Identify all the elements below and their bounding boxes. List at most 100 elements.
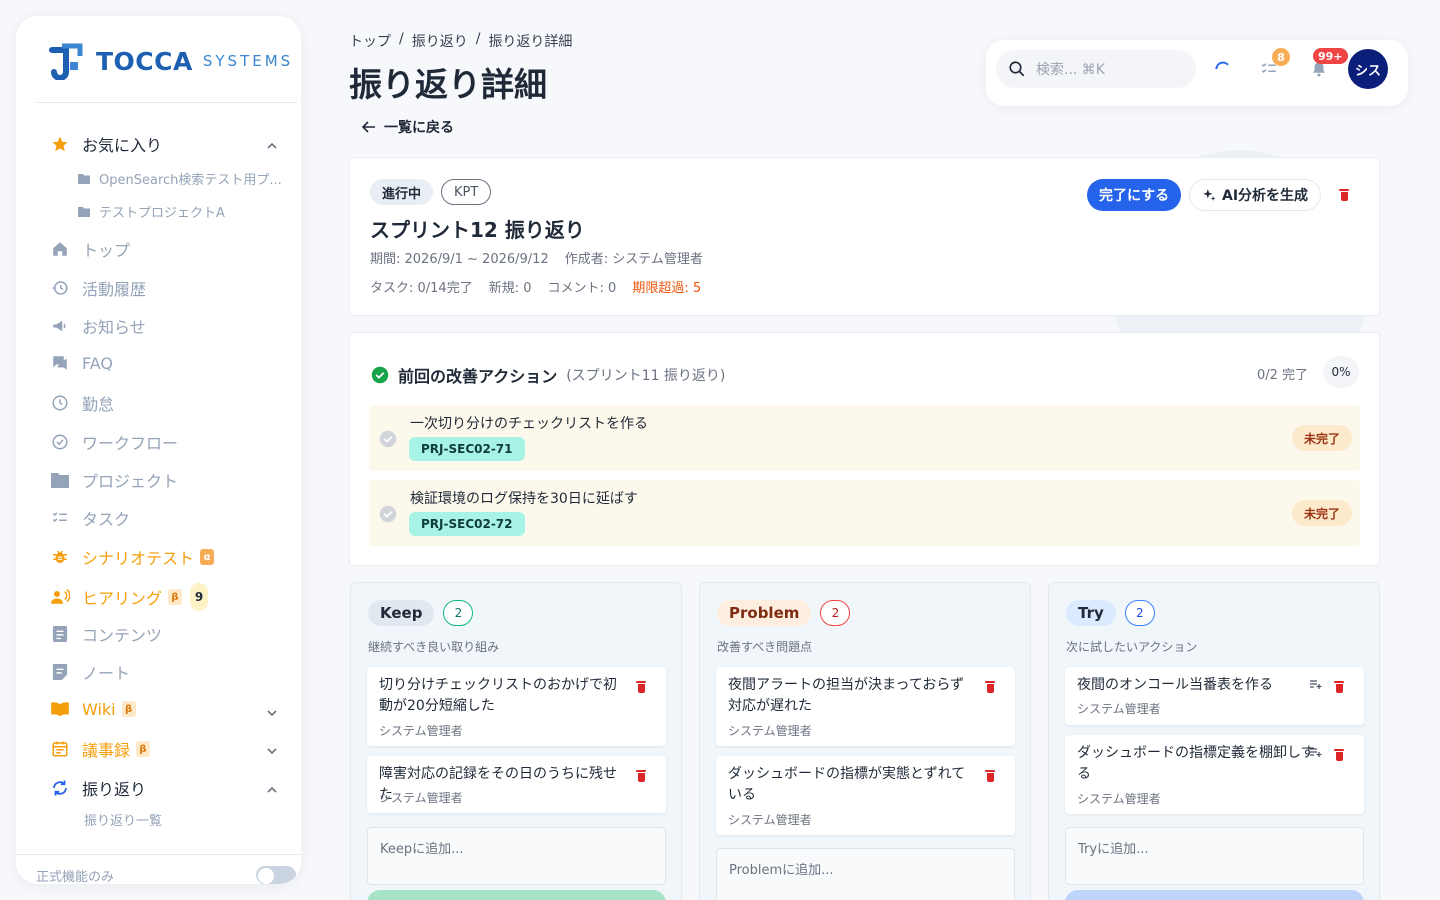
brand-name: TOCCA xyxy=(96,46,193,76)
keep-add-button[interactable] xyxy=(367,890,666,900)
sidebar-item-contents[interactable]: コンテンツ xyxy=(50,622,162,646)
arrow-left-icon xyxy=(362,121,375,133)
sidebar-item-top[interactable]: トップ xyxy=(50,237,130,261)
keep-add-input[interactable]: Keepに追加... xyxy=(367,827,666,885)
item-author: システム管理者 xyxy=(728,813,812,827)
sidebar-item-news[interactable]: お知らせ xyxy=(50,314,146,338)
try-add-input[interactable]: Tryに追加... xyxy=(1065,827,1364,885)
delete-item-icon[interactable] xyxy=(985,770,995,782)
delete-item-icon[interactable] xyxy=(985,681,995,693)
beta-badge: β xyxy=(168,589,183,605)
problem-description: 改善すべき問題点 xyxy=(717,640,813,654)
check-circle-icon xyxy=(50,432,70,452)
sidebar-item-project[interactable]: プロジェクト xyxy=(50,468,178,492)
check-circle-icon[interactable] xyxy=(379,505,397,523)
sidebar-item-hearing[interactable]: ヒアリング β 9 xyxy=(50,583,209,611)
delete-item-icon[interactable] xyxy=(1334,749,1344,761)
beta-badge: β xyxy=(121,701,136,717)
sidebar-subitem-retro-list[interactable]: 振り返り一覧 xyxy=(84,810,294,829)
chevron-down-icon[interactable] xyxy=(265,744,279,758)
sidebar-item-workflow[interactable]: ワークフロー xyxy=(50,430,178,454)
sidebar-item-attendance[interactable]: 勤怠 xyxy=(50,391,114,415)
item-author: システム管理者 xyxy=(379,724,463,738)
add-to-task-icon[interactable] xyxy=(1310,679,1322,689)
user-avatar[interactable]: シス xyxy=(1348,49,1388,89)
prev-action-item[interactable]: 検証環境のログ保持を30日に延ばす PRJ-SEC02-72 未完了 xyxy=(369,480,1360,546)
complete-button[interactable]: 完了にする xyxy=(1087,179,1182,211)
problem-count: 2 xyxy=(820,600,851,626)
clock-icon xyxy=(50,393,70,413)
prev-action-item[interactable]: 一次切り分けのチェックリストを作る PRJ-SEC02-71 未完了 xyxy=(369,405,1360,471)
breadcrumb-item-retro[interactable]: 振り返り xyxy=(412,31,468,51)
delete-retro-icon[interactable] xyxy=(1339,189,1349,201)
task-key-badge[interactable]: PRJ-SEC02-72 xyxy=(409,512,525,536)
delete-item-icon[interactable] xyxy=(1334,681,1344,693)
sidebar-item-activity[interactable]: 活動履歴 xyxy=(50,276,146,300)
sidebar-item-label: 勤怠 xyxy=(82,395,115,414)
breadcrumb: トップ / 振り返り / 振り返り詳細 xyxy=(349,31,572,51)
favorite-item[interactable]: OpenSearch検索テスト用プ... xyxy=(78,169,288,188)
chevron-up-icon[interactable] xyxy=(265,783,279,797)
search-input[interactable]: 検索... ⌘K xyxy=(996,50,1196,88)
history-icon xyxy=(50,278,70,298)
keep-item[interactable]: 障害対応の記録をその日のうちに残せた システム管理者 xyxy=(367,756,666,813)
logo-mark-icon xyxy=(49,43,83,80)
problem-add-input[interactable]: Problemに追加... xyxy=(716,848,1015,900)
beta-badge: β xyxy=(136,741,151,757)
sidebar-item-label: Wiki xyxy=(82,699,116,719)
try-item[interactable]: 夜間のオンコール当番表を作る システム管理者 xyxy=(1065,667,1364,725)
sidebar-item-favorites[interactable]: お気に入り xyxy=(50,132,162,156)
sidebar-item-label: 活動履歴 xyxy=(82,280,147,299)
add-to-task-icon[interactable] xyxy=(1310,747,1322,757)
item-author: システム管理者 xyxy=(1077,792,1161,806)
try-item[interactable]: ダッシュボードの指標定義を棚卸しする システム管理者 xyxy=(1065,735,1364,814)
try-add-button[interactable] xyxy=(1065,890,1364,900)
loading-spinner-icon xyxy=(1212,58,1234,80)
sidebar-item-label: FAQ xyxy=(82,353,113,373)
back-link-label: 一覧に戻る xyxy=(384,120,454,136)
status-badge: 未完了 xyxy=(1291,500,1352,526)
sidebar-item-task[interactable]: タスク xyxy=(50,506,130,530)
sparkle-icon xyxy=(1203,189,1216,201)
back-link[interactable]: 一覧に戻る xyxy=(362,117,454,137)
chevron-down-icon[interactable] xyxy=(265,706,279,720)
sidebar-item-retrospective[interactable]: 振り返り xyxy=(50,776,146,800)
sidebar-item-scenario-test[interactable]: シナリオテスト α xyxy=(50,545,215,569)
sidebar-item-label: ワークフロー xyxy=(82,434,179,453)
prev-actions-title: 前回の改善アクション xyxy=(398,367,558,386)
sidebar-item-label: ノート xyxy=(82,664,131,683)
keep-add-placeholder: Keepに追加... xyxy=(380,842,464,857)
breadcrumb-item-top[interactable]: トップ xyxy=(349,31,391,51)
prev-actions-card: 前回の改善アクション (スプリント11 振り返り) 0/2 完了 0% 一次切り… xyxy=(349,332,1380,566)
problem-item[interactable]: ダッシュボードの指標が実態とずれている システム管理者 xyxy=(716,756,1015,835)
format-badge: KPT xyxy=(441,179,492,205)
sidebar-item-label: タスク xyxy=(82,510,131,529)
keep-title: Keep xyxy=(368,600,435,626)
item-author: システム管理者 xyxy=(1077,702,1161,716)
favorite-item[interactable]: テストプロジェクトA xyxy=(78,202,288,221)
home-icon xyxy=(50,239,70,259)
note-icon xyxy=(50,662,70,682)
top-toolbar: 検索... ⌘K 8 99+ シス xyxy=(986,40,1408,106)
sidebar-item-minutes[interactable]: 議事録 β xyxy=(50,737,151,761)
task-count-badge: 8 xyxy=(1272,48,1290,66)
keep-description: 継続すべき良い取り組み xyxy=(368,640,500,654)
delete-item-icon[interactable] xyxy=(636,681,646,693)
problem-item[interactable]: 夜間アラートの担当が決まっておらず対応が遅れた システム管理者 xyxy=(716,667,1015,746)
ai-analysis-button[interactable]: AI分析を生成 xyxy=(1189,179,1322,211)
book-icon xyxy=(50,699,70,719)
task-key-badge[interactable]: PRJ-SEC02-71 xyxy=(409,437,525,461)
delete-item-icon[interactable] xyxy=(636,770,646,782)
sidebar-item-label: シナリオテスト xyxy=(82,549,195,568)
task-progress: タスク: 0/14完了 xyxy=(370,281,473,296)
check-circle-icon[interactable] xyxy=(379,430,397,448)
brand-logo[interactable]: TOCCA SYSTEMS xyxy=(48,42,293,80)
keep-item[interactable]: 切り分けチェックリストのおかげで初動が20分短縮した システム管理者 xyxy=(367,667,666,746)
official-only-toggle[interactable] xyxy=(256,866,296,884)
sidebar-item-note[interactable]: ノート xyxy=(50,660,130,684)
favorite-item-label: テストプロジェクトA xyxy=(99,206,225,221)
chevron-up-icon[interactable] xyxy=(265,139,279,153)
sidebar-item-label: ヒアリング xyxy=(82,589,163,608)
sidebar-item-faq[interactable]: FAQ xyxy=(50,353,113,373)
sidebar-item-wiki[interactable]: Wiki β xyxy=(50,699,136,719)
